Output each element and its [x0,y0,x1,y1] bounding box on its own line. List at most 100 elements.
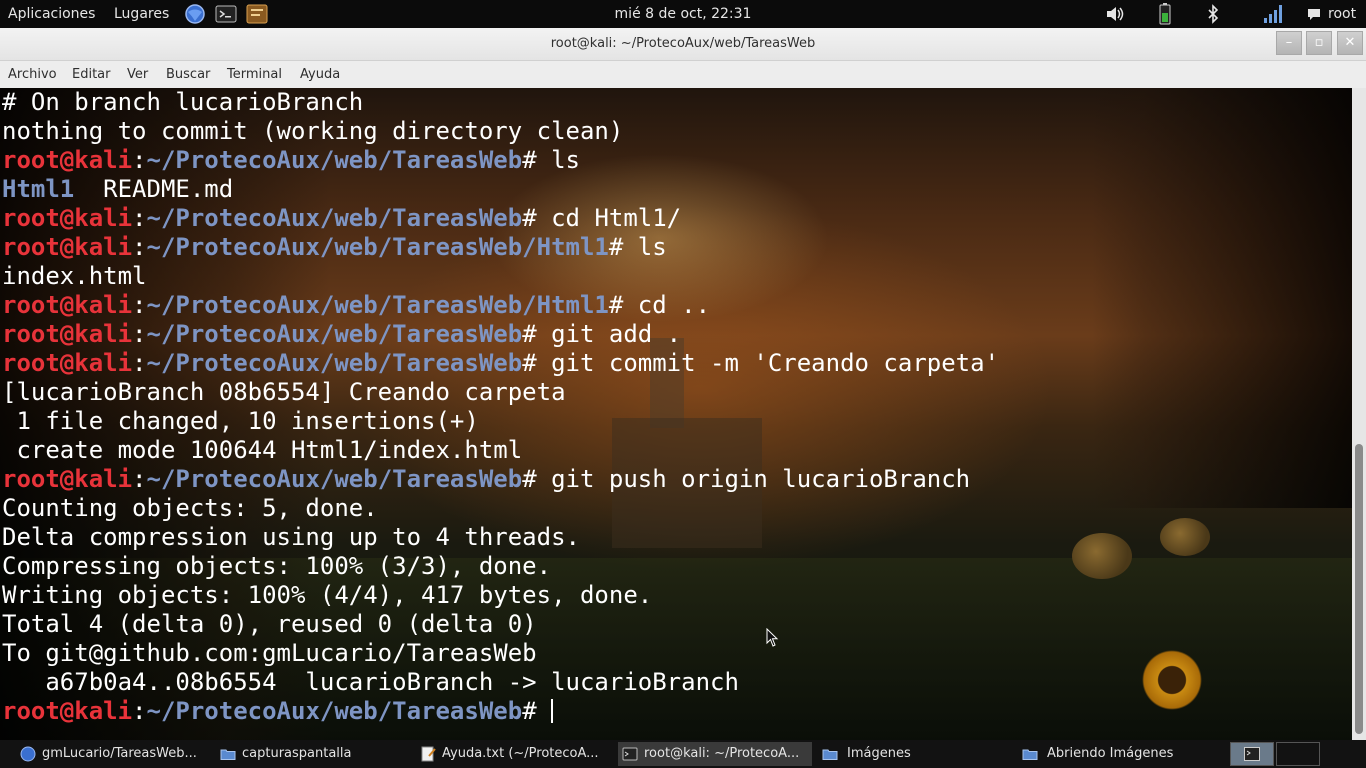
text-cursor [551,699,554,723]
prompt-path: ~/ProtecoAux/web/TareasWeb/Html1 [146,233,609,261]
prompt-user: root@kali [2,465,133,493]
task-ayuda-txt[interactable]: Ayuda.txt (~/ProtecoA... [420,742,610,766]
terminal-line: root@kali:~/ProtecoAux/web/TareasWeb# ls [2,146,999,175]
task-capturaspantalla[interactable]: capturaspantalla [220,742,410,766]
task-abriendo-imagenes[interactable]: Abriendo Imágenes [1022,742,1218,766]
command-text: git commit -m 'Creando carpeta' [536,349,1000,377]
menu-ayuda[interactable]: Ayuda [300,61,340,88]
terminal-line: Html1 README.md [2,175,999,204]
terminal-line: nothing to commit (working directory cle… [2,117,999,146]
prompt-user: root@kali [2,349,133,377]
terminal-line: root@kali:~/ProtecoAux/web/TareasWeb# [2,697,999,726]
prompt-path: ~/ProtecoAux/web/TareasWeb/Html1 [146,291,609,319]
task-label: Ayuda.txt (~/ProtecoA... [442,746,599,761]
menu-archivo[interactable]: Archivo [8,61,57,88]
bottom-taskbar: gmLucario/TareasWeb... capturaspantalla … [0,740,1366,768]
task-label: gmLucario/TareasWeb... [42,746,197,761]
minimize-button[interactable]: – [1276,31,1302,55]
menu-ver[interactable]: Ver [127,61,148,88]
prompt-symbol: # [522,320,537,348]
terminal-icon [1244,747,1260,761]
prompt-user: root@kali [2,320,133,348]
workspace-1[interactable] [1230,742,1274,766]
folder-icon [220,749,236,760]
wallpaper-sunflower [1140,648,1204,712]
prompt-symbol: # [522,697,537,725]
task-browser[interactable]: gmLucario/TareasWeb... [20,742,208,766]
command-text [537,697,551,725]
terminal-line: root@kali:~/ProtecoAux/web/TareasWeb/Htm… [2,233,999,262]
task-imagenes[interactable]: Imágenes [822,742,1012,766]
task-label: root@kali: ~/ProtecoA... [644,746,800,761]
output-text: Writing objects: 100% (4/4), 417 bytes, … [2,581,653,609]
output-text: nothing to commit (working directory cle… [2,117,624,145]
output-text: Compressing objects: 100% (3/3), done. [2,552,552,580]
terminal-line: To git@github.com:gmLucario/TareasWeb [2,639,999,668]
user-menu[interactable]: root [1328,0,1356,28]
terminal-scrollbar[interactable] [1352,88,1366,740]
prompt-path: ~/ProtecoAux/web/TareasWeb [146,465,523,493]
output-text: [lucarioBranch 08b6554] Creando carpeta [2,378,566,406]
close-button[interactable]: ✕ [1337,31,1363,55]
terminal-line: root@kali:~/ProtecoAux/web/TareasWeb# cd… [2,204,999,233]
wallpaper-cliff [1092,88,1352,508]
maximize-button[interactable]: ▫ [1306,31,1332,55]
workspace-2[interactable] [1276,742,1320,766]
terminal-area[interactable]: # On branch lucarioBranch nothing to comm… [0,88,1352,740]
terminal-line: Compressing objects: 100% (3/3), done. [2,552,999,581]
terminal-line: create mode 100644 Html1/index.html [2,436,999,465]
command-text: cd .. [623,291,711,319]
prompt-symbol: # [522,146,537,174]
scrollbar-thumb[interactable] [1355,444,1363,734]
prompt-separator: : [132,233,147,261]
terminal-line: Total 4 (delta 0), reused 0 (delta 0) [2,610,999,639]
chat-icon[interactable] [1306,3,1322,25]
signal-icon[interactable] [1262,3,1284,25]
directory-entry: Html1 [2,175,75,203]
window-titlebar[interactable]: root@kali: ~/ProtecoAux/web/TareasWeb – … [0,28,1366,61]
battery-icon[interactable] [1154,3,1176,25]
output-text: Counting objects: 5, done. [2,494,378,522]
terminal-output: # On branch lucarioBranch nothing to comm… [2,88,999,726]
terminal-line: root@kali:~/ProtecoAux/web/TareasWeb# gi… [2,320,999,349]
output-text: index.html [2,262,147,290]
command-text: git push origin lucarioBranch [536,465,971,493]
prompt-user: root@kali [2,233,133,261]
folder-icon [822,749,838,760]
prompt-symbol: # [522,204,537,232]
terminal-line: index.html [2,262,999,291]
prompt-separator: : [132,697,147,725]
prompt-user: root@kali [2,204,133,232]
output-text: To git@github.com:gmLucario/TareasWeb [2,639,537,667]
file-entry: README.md [74,175,234,203]
wallpaper-hay-bale [1072,533,1132,579]
bluetooth-icon[interactable] [1202,3,1224,25]
command-text: git add . [536,320,682,348]
terminal-line: root@kali:~/ProtecoAux/web/TareasWeb/Htm… [2,291,999,320]
command-text: ls [623,233,667,261]
output-text: a67b0a4..08b6554 lucarioBranch -> lucari… [2,668,739,696]
prompt-separator: : [132,204,147,232]
output-text: create mode 100644 Html1/index.html [2,436,523,464]
output-text: 1 file changed, 10 insertions(+) [2,407,479,435]
prompt-user: root@kali [2,146,133,174]
menu-buscar[interactable]: Buscar [166,61,210,88]
terminal-line: a67b0a4..08b6554 lucarioBranch -> lucari… [2,668,999,697]
terminal-line: [lucarioBranch 08b6554] Creando carpeta [2,378,999,407]
terminal-line: Delta compression using up to 4 threads. [2,523,999,552]
mouse-pointer-icon [766,628,779,647]
prompt-path: ~/ProtecoAux/web/TareasWeb [146,320,523,348]
wallpaper-hay-bale [1160,518,1210,556]
command-text: cd Html1/ [536,204,682,232]
prompt-path: ~/ProtecoAux/web/TareasWeb [146,146,523,174]
prompt-path: ~/ProtecoAux/web/TareasWeb [146,349,523,377]
prompt-separator: : [132,146,147,174]
task-label: Imágenes [847,746,911,761]
terminal-line: Counting objects: 5, done. [2,494,999,523]
prompt-symbol: # [608,291,624,319]
menu-terminal[interactable]: Terminal [227,61,282,88]
task-terminal[interactable]: root@kali: ~/ProtecoA... [618,742,812,766]
volume-icon[interactable] [1104,3,1126,25]
menu-editar[interactable]: Editar [72,61,111,88]
prompt-symbol: # [522,349,537,377]
